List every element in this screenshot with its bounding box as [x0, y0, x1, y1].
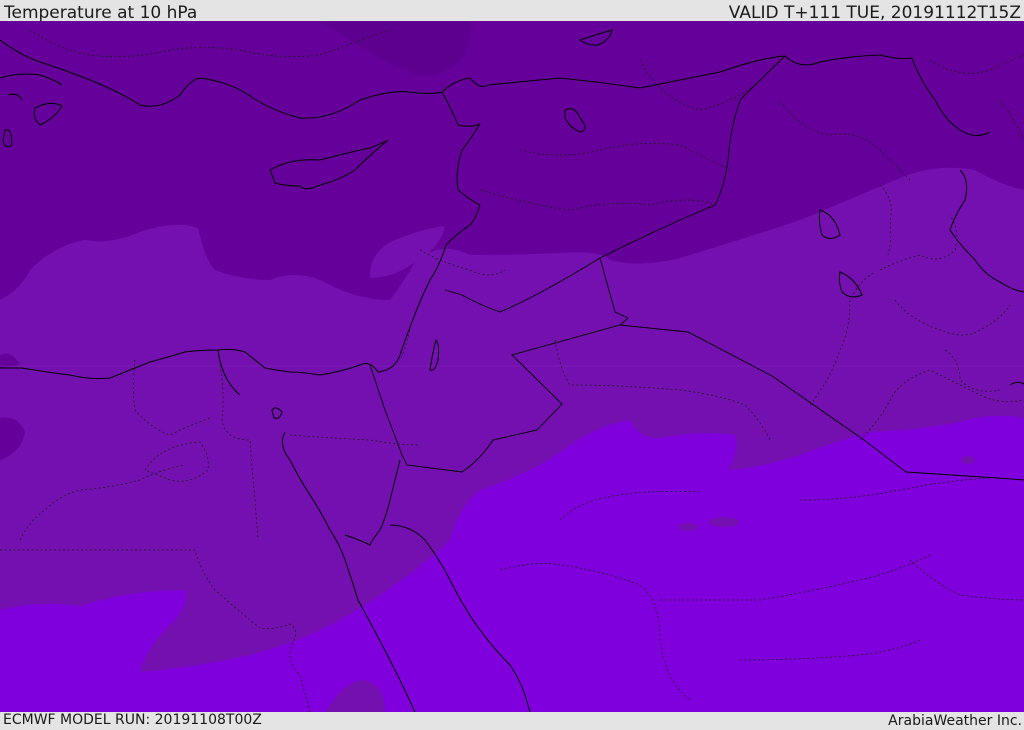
model-run: ECMWF MODEL RUN: 20191108T00Z — [3, 712, 262, 728]
temperature-spot — [961, 456, 975, 464]
temperature-spot — [678, 523, 698, 531]
footer-bar: ECMWF MODEL RUN: 20191108T00Z ArabiaWeat… — [0, 712, 1024, 729]
provider-credit: ArabiaWeather Inc. — [888, 713, 1022, 729]
temperature-spot — [709, 517, 739, 527]
header-bar: Temperature at 10 hPa VALID T+111 TUE, 2… — [0, 0, 1024, 23]
map-canvas[interactable] — [0, 21, 1024, 712]
